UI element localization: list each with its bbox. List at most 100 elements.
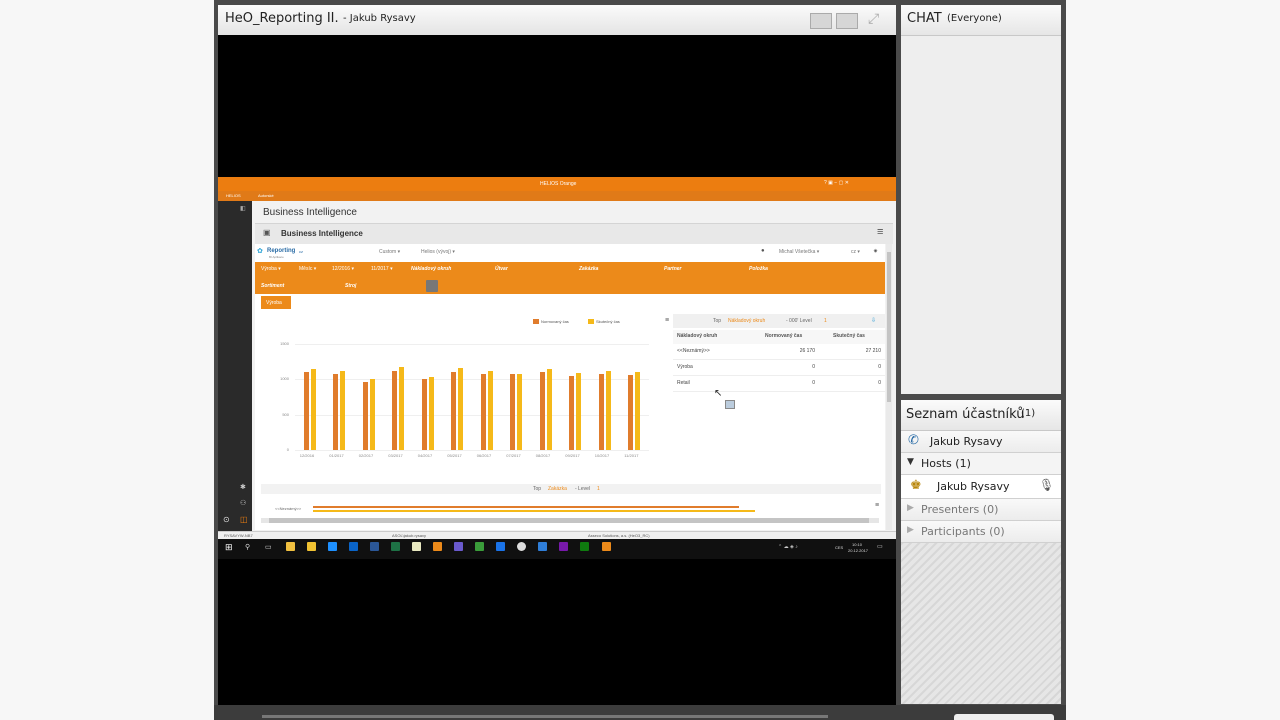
bar-normovany[interactable] [333,373,339,450]
taskbar-player-icon[interactable] [475,542,484,551]
bar-normovany[interactable] [421,379,427,450]
table-row[interactable]: Retail 0 0 [673,376,885,392]
bar-normovany[interactable] [451,371,457,450]
start-icon[interactable]: ⊞ [225,542,233,553]
rail-settings-icon[interactable]: ✱ [240,483,246,491]
tab-helios[interactable]: HELIOS [226,193,241,198]
hosts-group[interactable]: ▼ Hosts (1) [901,453,1061,475]
taskbar-outlook-icon[interactable] [349,542,358,551]
export-icon[interactable]: ⇩ [871,317,876,324]
bar-normovany[interactable] [303,372,309,450]
info-icon[interactable]: ● [761,248,765,254]
bar-skutecny[interactable] [576,372,582,450]
fit-width-icon[interactable] [836,13,858,29]
user-menu[interactable]: Michal Všetečka ▾ [779,249,819,255]
fullscreen-icon[interactable]: ⤢ [868,11,879,27]
bar-skutecny[interactable] [487,370,493,450]
taskbar-helios2-icon[interactable] [602,542,611,551]
language-menu[interactable]: cz ▾ [851,249,860,255]
filter-mesic[interactable]: Měsíc ▾ [299,266,316,272]
footer-button[interactable] [954,714,1054,720]
taskbar-store-icon[interactable] [286,542,295,551]
tray-date[interactable]: 20.12.2017 [848,548,868,553]
microphone-icon[interactable]: 🎙 [1039,478,1054,492]
bar-normovany[interactable] [480,373,486,450]
bar-skutecny[interactable] [635,371,641,450]
bar-skutecny[interactable] [310,368,316,450]
bar-normovany[interactable] [362,382,368,450]
horizontal-scrollbar[interactable] [261,518,879,523]
settings-icon[interactable]: ✷ [873,248,878,255]
bar-normovany[interactable] [569,375,575,450]
layout-icon[interactable] [810,13,832,29]
scrollbar-thumb[interactable] [269,518,869,523]
hamburger-icon[interactable]: ≡ [877,226,883,238]
bar-skutecny[interactable] [546,368,552,450]
tray-icons[interactable]: ⌃ ☁ ◈ ♪ [778,544,798,550]
eye-icon[interactable] [426,280,438,292]
table-header-cell[interactable]: Nákladový okruh [677,333,717,339]
filter-to[interactable]: 11/2017 ▾ [371,266,393,272]
taskbar-helios-icon[interactable] [433,542,442,551]
search-icon[interactable]: ⚲ [245,543,250,551]
taskbar-app-icon[interactable] [454,542,463,551]
bar-skutecny[interactable] [340,370,346,450]
host-row[interactable]: ♚ Jakub Rysavy 🎙 [901,475,1061,499]
rail-toggle-icon[interactable]: ◧ [240,205,246,212]
taskbar-word-icon[interactable] [370,542,379,551]
filter-sortiment[interactable]: Sortiment [261,283,284,289]
filter-from[interactable]: 12/2016 ▾ [332,266,354,272]
taskbar-project-icon[interactable] [580,542,589,551]
filter-polozka[interactable]: Položka [749,266,768,272]
rail-orange-icon[interactable]: ◫ [240,515,248,524]
bar-skutecny[interactable] [399,367,405,450]
filter-nakladovy-okruh[interactable]: Nákladový okruh [411,266,451,272]
bar-skutecny[interactable] [458,368,464,450]
bar-normovany[interactable] [628,375,634,450]
bottom-menu-icon[interactable]: ≡ [875,502,879,509]
bar-skutecny[interactable] [517,373,523,450]
active-filter-chip[interactable]: Výroba [261,296,291,309]
taskbar-chrome-icon[interactable] [517,542,526,551]
filter-partner[interactable]: Partner [664,266,682,272]
notification-icon[interactable]: ▭ [877,543,883,550]
taskbar-edge-icon[interactable] [328,542,337,551]
bar-normovany[interactable] [510,374,516,450]
menu-helios[interactable]: Helios (vývoj) ▾ [421,249,455,255]
taskbar-vpn-icon[interactable] [496,542,505,551]
rail-help-icon[interactable]: ⊙ [223,515,230,524]
tray-time[interactable]: 10:10 [852,542,862,547]
filter-vyroba[interactable]: Výroba ▾ [261,266,281,272]
bar-normovany[interactable] [392,370,398,450]
taskbar-excel-icon[interactable] [391,542,400,551]
taskbar-explorer-icon[interactable] [307,542,316,551]
taskbar-onenote-icon[interactable] [559,542,568,551]
table-header-cell[interactable]: Skutečný čas [833,333,865,339]
bar-skutecny[interactable] [369,378,375,450]
vscroll-thumb[interactable] [887,252,891,402]
participants-group[interactable]: ▶ Participants (0) [901,521,1061,543]
presenters-group[interactable]: ▶ Presenters (0) [901,499,1061,521]
my-status-row[interactable]: ✆ Jakub Rysavy [901,431,1061,453]
bar-normovany[interactable] [598,374,604,450]
bar-skutecny[interactable] [428,376,434,450]
filter-zakazka[interactable]: Zakázka [579,266,598,272]
filter-utvar[interactable]: Útvar [495,266,508,272]
filter-stroj[interactable]: Stroj [345,283,356,289]
vertical-scrollbar[interactable] [886,244,892,530]
task-view-icon[interactable]: ▭ [265,543,272,551]
menu-custom[interactable]: Custom ▾ [379,249,400,255]
footer-scroll[interactable] [262,715,828,718]
tray-language[interactable]: CES [835,545,843,550]
tab-author[interactable]: Autorské [258,193,274,198]
table-header-cell[interactable]: Normovaný čas [765,333,802,339]
taskbar-notes-icon[interactable] [412,542,421,551]
bar-normovany[interactable] [539,372,545,450]
window-controls[interactable]: ? ▣ − ▢ ✕ [824,180,849,186]
table-row[interactable]: <<Neznámý>> 26 170 27 210 [673,344,885,360]
rail-apps-icon[interactable]: ⚇ [240,499,246,507]
table-row[interactable]: Výroba 0 0 [673,360,885,376]
taskbar-onedrive-icon[interactable] [538,542,547,551]
bar-skutecny[interactable] [605,370,611,450]
table-menu-icon[interactable]: ≡ [665,317,669,324]
